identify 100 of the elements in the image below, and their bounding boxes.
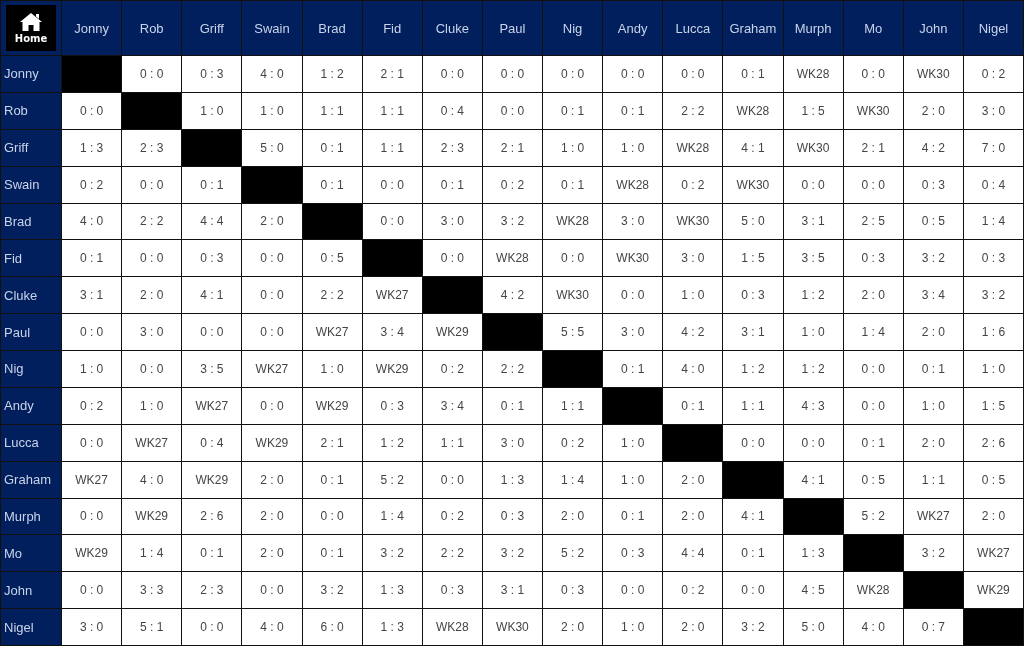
score-cell: WK28 xyxy=(783,56,843,92)
score-cell: 2 : 6 xyxy=(182,498,242,535)
score-cell: 3 : 1 xyxy=(62,277,122,314)
score-cell: 1 : 0 xyxy=(302,351,362,387)
score-cell: 2 : 2 xyxy=(422,535,482,572)
score-cell: 0 : 3 xyxy=(963,240,1023,277)
score-cell: 0 : 2 xyxy=(62,166,122,203)
score-cell: WK29 xyxy=(242,424,302,461)
score-cell: WK27 xyxy=(302,314,362,350)
score-cell: 2 : 1 xyxy=(362,56,422,92)
column-header: Jonny xyxy=(62,1,122,55)
score-cell: WK28 xyxy=(603,166,663,203)
column-header: Fid xyxy=(362,1,422,55)
score-cell: 1 : 0 xyxy=(603,609,663,645)
score-cell: 0 : 3 xyxy=(843,240,903,277)
score-cell: 1 : 0 xyxy=(603,461,663,498)
score-cell: 0 : 7 xyxy=(903,609,963,645)
score-cell: 0 : 0 xyxy=(122,56,182,92)
score-cell: 0 : 2 xyxy=(482,166,542,203)
score-cell: 5 : 0 xyxy=(242,129,302,166)
score-cell: 0 : 2 xyxy=(422,351,482,387)
score-cell: 0 : 0 xyxy=(422,240,482,277)
score-cell: WK27 xyxy=(122,424,182,461)
score-cell: 2 : 0 xyxy=(903,92,963,129)
score-cell: 1 : 1 xyxy=(723,387,783,424)
column-header: Lucca xyxy=(663,1,723,55)
row-header: Cluke xyxy=(1,277,61,314)
score-cell: 1 : 1 xyxy=(903,461,963,498)
score-cell: 2 : 2 xyxy=(482,351,542,387)
score-cell: 4 : 0 xyxy=(663,351,723,387)
house-icon xyxy=(19,12,43,32)
score-cell: 2 : 0 xyxy=(963,498,1023,535)
score-cell: 0 : 4 xyxy=(963,166,1023,203)
score-cell: 1 : 0 xyxy=(182,92,242,129)
score-cell: 3 : 4 xyxy=(362,314,422,350)
score-cell: WK28 xyxy=(543,203,603,240)
blank-cell xyxy=(242,166,302,203)
score-cell: 2 : 3 xyxy=(422,129,482,166)
score-cell: WK27 xyxy=(62,461,122,498)
row-header: Swain xyxy=(1,166,61,203)
score-cell: 6 : 0 xyxy=(302,609,362,645)
blank-cell xyxy=(783,498,843,535)
row-header: Graham xyxy=(1,461,61,498)
score-cell: 3 : 2 xyxy=(482,203,542,240)
score-cell: 5 : 0 xyxy=(723,203,783,240)
score-cell: 5 : 1 xyxy=(122,609,182,645)
score-cell: 0 : 0 xyxy=(603,56,663,92)
score-cell: 1 : 1 xyxy=(543,387,603,424)
score-cell: 3 : 4 xyxy=(903,277,963,314)
score-cell: 2 : 0 xyxy=(543,609,603,645)
score-cell: 0 : 0 xyxy=(783,424,843,461)
score-cell: WK28 xyxy=(843,572,903,609)
score-cell: 1 : 4 xyxy=(122,535,182,572)
score-cell: 1 : 3 xyxy=(482,461,542,498)
score-cell: 0 : 0 xyxy=(62,424,122,461)
score-cell: 0 : 0 xyxy=(242,240,302,277)
blank-cell xyxy=(302,203,362,240)
score-cell: 0 : 0 xyxy=(62,92,122,129)
score-cell: 2 : 0 xyxy=(903,424,963,461)
score-cell: 0 : 1 xyxy=(663,387,723,424)
score-cell: WK28 xyxy=(422,609,482,645)
score-cell: 0 : 2 xyxy=(963,56,1023,92)
score-cell: 0 : 0 xyxy=(362,203,422,240)
score-cell: 4 : 1 xyxy=(723,129,783,166)
score-cell: 0 : 3 xyxy=(903,166,963,203)
score-cell: 1 : 0 xyxy=(62,351,122,387)
score-cell: 5 : 2 xyxy=(843,498,903,535)
score-cell: 2 : 2 xyxy=(663,92,723,129)
score-cell: WK29 xyxy=(963,572,1023,609)
score-cell: 0 : 1 xyxy=(603,92,663,129)
score-cell: 0 : 2 xyxy=(422,498,482,535)
score-cell: 0 : 1 xyxy=(62,240,122,277)
score-cell: 3 : 1 xyxy=(723,314,783,350)
score-cell: 0 : 5 xyxy=(903,203,963,240)
score-cell: 0 : 0 xyxy=(603,572,663,609)
home-button[interactable]: Home xyxy=(6,5,56,51)
row-header: Paul xyxy=(1,314,61,350)
score-cell: 0 : 1 xyxy=(543,92,603,129)
score-cell: 2 : 3 xyxy=(182,572,242,609)
score-cell: 2 : 0 xyxy=(843,277,903,314)
score-cell: WK30 xyxy=(843,92,903,129)
score-cell: 1 : 4 xyxy=(843,314,903,350)
score-cell: WK29 xyxy=(302,387,362,424)
score-cell: 0 : 3 xyxy=(362,387,422,424)
row-header: John xyxy=(1,572,61,609)
score-cell: 0 : 0 xyxy=(843,351,903,387)
score-cell: 0 : 3 xyxy=(723,277,783,314)
score-cell: 0 : 0 xyxy=(122,351,182,387)
score-cell: 1 : 5 xyxy=(723,240,783,277)
score-cell: WK30 xyxy=(663,203,723,240)
score-cell: WK27 xyxy=(182,387,242,424)
score-cell: 0 : 0 xyxy=(62,314,122,350)
score-cell: 3 : 3 xyxy=(122,572,182,609)
column-header: Murph xyxy=(783,1,843,55)
score-cell: 0 : 1 xyxy=(422,166,482,203)
score-cell: 0 : 0 xyxy=(482,56,542,92)
score-cell: 3 : 2 xyxy=(963,277,1023,314)
score-cell: 2 : 3 xyxy=(122,129,182,166)
score-cell: 2 : 0 xyxy=(242,535,302,572)
score-cell: 0 : 0 xyxy=(843,56,903,92)
